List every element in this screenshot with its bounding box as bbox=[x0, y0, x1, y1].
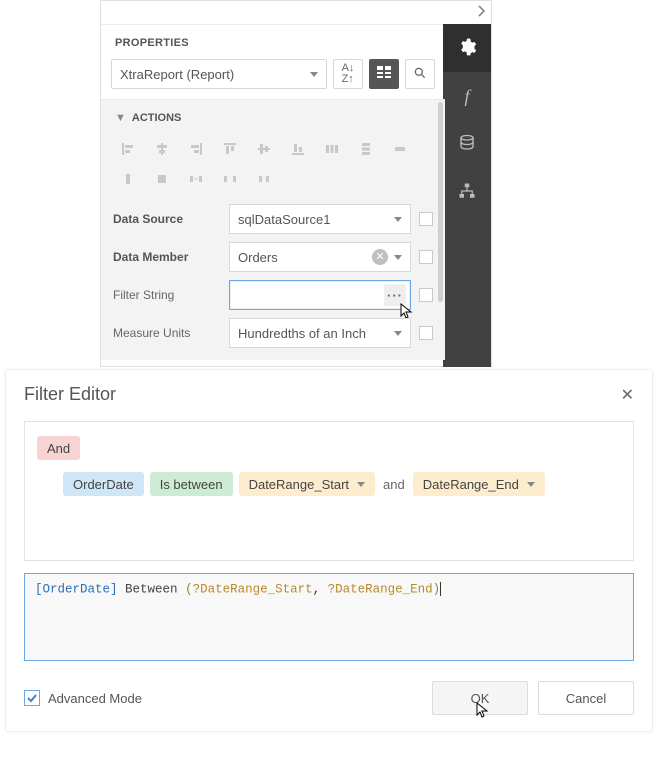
condition-row: OrderDate Is between DateRange_Start and… bbox=[63, 472, 621, 496]
dialog-title: Filter Editor bbox=[24, 384, 116, 405]
measure-units-label: Measure Units bbox=[113, 326, 221, 340]
param2-text: DateRange_End bbox=[423, 477, 519, 492]
dist-v-icon[interactable] bbox=[349, 134, 383, 164]
filter-string-input[interactable]: ··· bbox=[229, 280, 411, 310]
expr-sep: , bbox=[313, 582, 328, 596]
data-member-label: Data Member bbox=[113, 250, 221, 264]
cancel-button[interactable]: Cancel bbox=[538, 681, 634, 715]
data-source-label: Data Source bbox=[113, 212, 221, 226]
size-width-icon[interactable] bbox=[383, 134, 417, 164]
ok-button[interactable]: OK bbox=[432, 681, 528, 715]
function-icon: f bbox=[464, 86, 469, 107]
checkbox-checked-icon bbox=[24, 690, 40, 706]
align-center-h-icon[interactable] bbox=[145, 134, 179, 164]
side-tab-data[interactable] bbox=[443, 120, 491, 168]
chevron-down-icon bbox=[394, 255, 402, 260]
align-top-icon[interactable] bbox=[213, 134, 247, 164]
expr-field: [OrderDate] bbox=[35, 582, 118, 596]
side-tab-strip: f bbox=[443, 24, 491, 367]
properties-body: PROPERTIES XtraReport (Report) A↓Z↑ bbox=[101, 25, 445, 367]
hspace-dec-icon[interactable] bbox=[247, 164, 281, 194]
side-tab-expressions[interactable]: f bbox=[443, 72, 491, 120]
object-selector[interactable]: XtraReport (Report) bbox=[111, 59, 327, 89]
side-tab-report-tree[interactable] bbox=[443, 168, 491, 216]
scrollbar-thumb[interactable] bbox=[438, 102, 443, 302]
categorized-button[interactable] bbox=[369, 59, 399, 89]
chevron-down-icon bbox=[527, 482, 535, 487]
chevron-down-icon bbox=[357, 482, 365, 487]
condition-field-pill[interactable]: OrderDate bbox=[63, 472, 144, 496]
properties-title: PROPERTIES bbox=[101, 25, 445, 59]
actions-section: ▼ ACTIONS Data Source bbox=[101, 99, 445, 360]
properties-panel: f PROPERTIES XtraReport (Report) A↓Z↑ bbox=[100, 0, 492, 367]
data-source-input[interactable]: sqlDataSource1 bbox=[229, 204, 411, 234]
actions-title: ACTIONS bbox=[132, 112, 182, 124]
filter-string-ellipsis-button[interactable]: ··· bbox=[384, 284, 406, 306]
measure-units-input[interactable]: Hundredths of an Inch bbox=[229, 318, 411, 348]
search-button[interactable] bbox=[405, 59, 435, 89]
grid-icon bbox=[377, 66, 391, 83]
measure-units-value: Hundredths of an Inch bbox=[238, 326, 366, 341]
expr-p2: ?DateRange_End bbox=[328, 582, 433, 596]
size-both-icon[interactable] bbox=[145, 164, 179, 194]
condition-param1-pill[interactable]: DateRange_Start bbox=[239, 472, 375, 496]
size-height-icon[interactable] bbox=[111, 164, 145, 194]
dist-h-icon[interactable] bbox=[315, 134, 349, 164]
collapse-caret-icon[interactable]: ▼ bbox=[115, 112, 126, 124]
filter-expression-editor[interactable]: [OrderDate] Between (?DateRange_Start, ?… bbox=[24, 573, 634, 661]
expr-close: ) bbox=[433, 582, 441, 596]
data-member-reset[interactable] bbox=[419, 250, 433, 264]
align-toolbar bbox=[101, 134, 445, 200]
group-operator-pill[interactable]: And bbox=[37, 436, 80, 460]
database-icon bbox=[458, 134, 476, 155]
align-left-icon[interactable] bbox=[111, 134, 145, 164]
data-member-input[interactable]: Orders ✕ bbox=[229, 242, 411, 272]
sort-button[interactable]: A↓Z↑ bbox=[333, 59, 363, 89]
advanced-mode-label: Advanced Mode bbox=[48, 691, 142, 706]
condition-param2-pill[interactable]: DateRange_End bbox=[413, 472, 545, 496]
condition-operator-pill[interactable]: Is between bbox=[150, 472, 233, 496]
align-bottom-icon[interactable] bbox=[281, 134, 315, 164]
text-caret bbox=[440, 582, 441, 596]
between-and-text: and bbox=[381, 477, 407, 492]
align-middle-icon[interactable] bbox=[247, 134, 281, 164]
data-member-value: Orders bbox=[238, 250, 278, 265]
hspace-equal-icon[interactable] bbox=[179, 164, 213, 194]
gear-icon bbox=[457, 37, 477, 60]
chevron-right-icon[interactable] bbox=[477, 5, 485, 20]
expr-p1: ?DateRange_Start bbox=[193, 582, 313, 596]
object-selector-text: XtraReport (Report) bbox=[120, 67, 234, 82]
data-source-value: sqlDataSource1 bbox=[238, 212, 331, 227]
filter-editor-dialog: Filter Editor ✕ And OrderDate Is between… bbox=[5, 369, 653, 732]
chevron-down-icon bbox=[394, 217, 402, 222]
close-icon[interactable]: ✕ bbox=[621, 385, 634, 405]
advanced-mode-toggle[interactable]: Advanced Mode bbox=[24, 690, 142, 706]
hspace-inc-icon[interactable] bbox=[213, 164, 247, 194]
data-source-reset[interactable] bbox=[419, 212, 433, 226]
chevron-down-icon bbox=[394, 331, 402, 336]
align-right-icon[interactable] bbox=[179, 134, 213, 164]
param1-text: DateRange_Start bbox=[249, 477, 349, 492]
tree-icon bbox=[458, 182, 476, 203]
panel-collapse-row bbox=[101, 1, 491, 25]
chevron-down-icon bbox=[310, 72, 318, 77]
search-icon bbox=[413, 66, 427, 83]
filter-string-label: Filter String bbox=[113, 288, 221, 302]
measure-units-reset[interactable] bbox=[419, 326, 433, 340]
filter-visual-editor: And OrderDate Is between DateRange_Start… bbox=[24, 421, 634, 561]
expr-keyword: Between bbox=[125, 582, 178, 596]
side-tab-properties[interactable] bbox=[443, 24, 491, 72]
sort-icon: A↓Z↑ bbox=[342, 63, 355, 85]
clear-icon[interactable]: ✕ bbox=[372, 249, 388, 265]
expr-open: ( bbox=[185, 582, 193, 596]
filter-string-reset[interactable] bbox=[419, 288, 433, 302]
